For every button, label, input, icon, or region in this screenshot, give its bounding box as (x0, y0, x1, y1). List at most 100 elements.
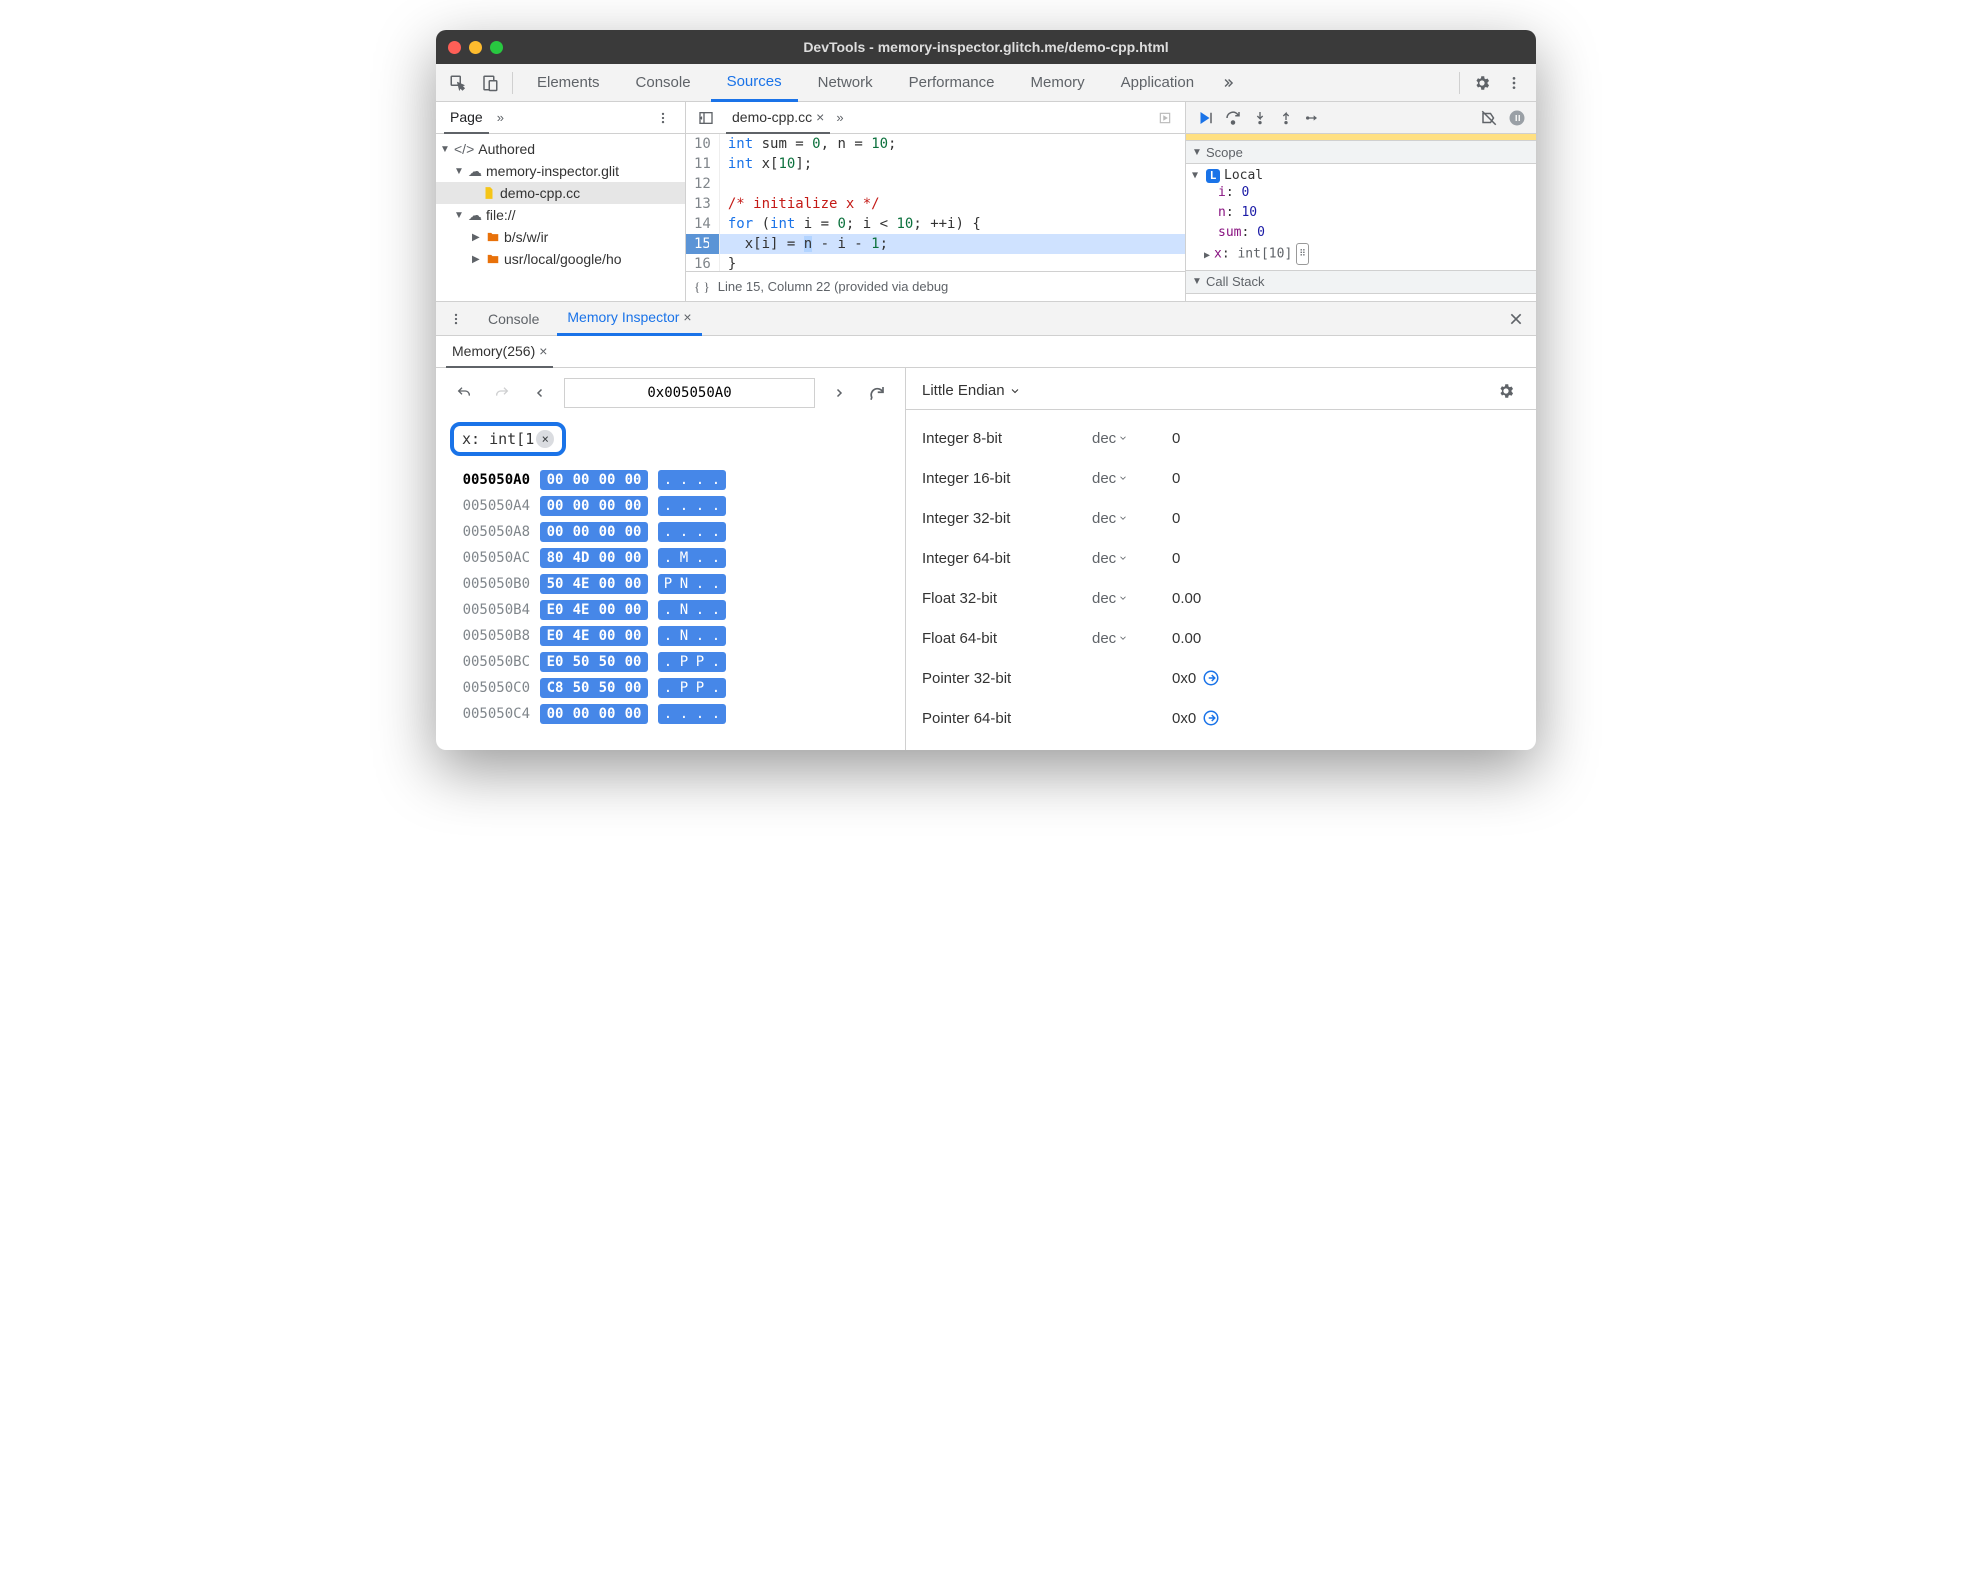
hex-byte[interactable]: 00 (544, 524, 566, 540)
drawer-tab-memory-inspector[interactable]: Memory Inspector × (557, 302, 701, 336)
ascii-byte[interactable]: . (710, 628, 722, 644)
hex-byte[interactable]: 50 (570, 654, 592, 670)
ascii-byte[interactable]: . (710, 550, 722, 566)
scope-var[interactable]: ▶x: int[10]⠿ (1192, 243, 1530, 266)
hex-row[interactable]: 005050AC804D0000.M.. (450, 548, 891, 568)
interp-format-select[interactable]: dec (1092, 590, 1152, 607)
hex-byte[interactable]: 50 (596, 680, 618, 696)
ascii-byte[interactable]: . (662, 602, 674, 618)
settings-icon[interactable] (1492, 377, 1520, 405)
more-tabs-icon[interactable]: » (497, 110, 504, 125)
step-over-icon[interactable] (1224, 109, 1242, 127)
refresh-icon[interactable] (863, 379, 891, 407)
hex-byte[interactable]: 4E (570, 602, 592, 618)
hex-row[interactable]: 005050C0C8505000.PP. (450, 678, 891, 698)
ascii-byte[interactable]: . (678, 524, 690, 540)
highlighted-variable-chip[interactable]: x: int[1 × (450, 422, 566, 456)
hex-byte[interactable]: 00 (622, 602, 644, 618)
tab-elements[interactable]: Elements (521, 64, 616, 102)
ascii-byte[interactable]: . (678, 498, 690, 514)
hex-byte[interactable]: 00 (622, 680, 644, 696)
hex-byte[interactable]: 00 (570, 524, 592, 540)
ascii-byte[interactable]: . (694, 628, 706, 644)
hex-byte[interactable]: 00 (544, 472, 566, 488)
close-icon[interactable]: × (683, 309, 691, 325)
code-body[interactable]: int sum = 0, n = 10; int x[10]; /* initi… (720, 134, 1185, 271)
line-number[interactable]: 16 (694, 254, 711, 271)
ascii-byte[interactable]: . (694, 550, 706, 566)
interp-format-select[interactable]: dec (1092, 630, 1152, 647)
hex-byte[interactable]: 00 (622, 654, 644, 670)
resume-icon[interactable] (1196, 109, 1214, 127)
interp-format-select[interactable]: dec (1092, 550, 1152, 567)
format-icon[interactable]: { } (694, 279, 710, 295)
ascii-byte[interactable]: . (678, 706, 690, 722)
ascii-byte[interactable]: P (662, 576, 674, 592)
prev-page-icon[interactable] (526, 379, 554, 407)
line-number[interactable]: 11 (694, 154, 711, 174)
ascii-byte[interactable]: . (662, 550, 674, 566)
pause-on-exceptions-icon[interactable] (1508, 109, 1526, 127)
jump-to-address-icon[interactable] (1202, 709, 1220, 727)
scope-section-header[interactable]: ▼Scope (1186, 140, 1536, 164)
tree-node-folder[interactable]: ▶ usr/local/google/ho (436, 248, 685, 270)
ascii-byte[interactable]: . (662, 706, 674, 722)
ascii-byte[interactable]: . (662, 628, 674, 644)
hex-byte[interactable]: 00 (596, 498, 618, 514)
tab-memory[interactable]: Memory (1015, 64, 1101, 102)
interp-format-select[interactable]: dec (1092, 430, 1152, 447)
ascii-byte[interactable]: . (710, 576, 722, 592)
ascii-byte[interactable]: P (678, 654, 690, 670)
hex-byte[interactable]: 00 (570, 706, 592, 722)
ascii-byte[interactable]: . (710, 524, 722, 540)
hex-byte[interactable]: E0 (544, 654, 566, 670)
editor-tab[interactable]: demo-cpp.cc × (726, 102, 830, 134)
step-into-icon[interactable] (1252, 110, 1268, 126)
kebab-menu-icon[interactable] (649, 104, 677, 132)
device-toolbar-icon[interactable] (476, 69, 504, 97)
ascii-byte[interactable]: P (694, 680, 706, 696)
ascii-byte[interactable]: . (710, 706, 722, 722)
hex-row[interactable]: 005050B0504E0000PN.. (450, 574, 891, 594)
tree-node-authored[interactable]: ▼ </> Authored (436, 138, 685, 160)
tree-node-domain[interactable]: ▼ ☁ memory-inspector.glit (436, 160, 685, 182)
kebab-menu-icon[interactable] (442, 305, 470, 333)
close-drawer-icon[interactable] (1502, 305, 1530, 333)
step-out-icon[interactable] (1278, 110, 1294, 126)
ascii-byte[interactable]: . (662, 472, 674, 488)
jump-to-address-icon[interactable] (1202, 669, 1220, 687)
tree-node-file[interactable]: demo-cpp.cc (436, 182, 685, 204)
ascii-byte[interactable]: . (694, 706, 706, 722)
ascii-byte[interactable]: . (662, 524, 674, 540)
next-page-icon[interactable] (825, 379, 853, 407)
hex-row[interactable]: 005050A800000000.... (450, 522, 891, 542)
hex-byte[interactable]: 00 (622, 550, 644, 566)
hex-byte[interactable]: 50 (596, 654, 618, 670)
chip-close-icon[interactable]: × (536, 430, 554, 448)
hex-byte[interactable]: 00 (622, 706, 644, 722)
hex-row[interactable]: 005050C400000000.... (450, 704, 891, 724)
ascii-byte[interactable]: . (710, 654, 722, 670)
ascii-byte[interactable]: . (662, 654, 674, 670)
kebab-menu-icon[interactable] (1500, 69, 1528, 97)
tree-node-folder[interactable]: ▶ b/s/w/ir (436, 226, 685, 248)
hex-byte[interactable]: 00 (570, 498, 592, 514)
tab-sources[interactable]: Sources (711, 64, 798, 102)
hex-byte[interactable]: 00 (596, 706, 618, 722)
ascii-byte[interactable]: . (710, 602, 722, 618)
ascii-byte[interactable]: . (710, 680, 722, 696)
hex-byte[interactable]: 00 (596, 628, 618, 644)
hex-byte[interactable]: 00 (544, 498, 566, 514)
line-number[interactable]: 12 (694, 174, 711, 194)
tab-network[interactable]: Network (802, 64, 889, 102)
line-number[interactable]: 13 (694, 194, 711, 214)
ascii-byte[interactable]: . (694, 602, 706, 618)
tree-node-fileproto[interactable]: ▼ ☁ file:// (436, 204, 685, 226)
hex-row[interactable]: 005050A400000000.... (450, 496, 891, 516)
hex-byte[interactable]: 00 (596, 576, 618, 592)
hex-byte[interactable]: 4E (570, 576, 592, 592)
callstack-section-header[interactable]: ▼Call Stack (1186, 270, 1536, 294)
scope-var[interactable]: n: 10 (1192, 203, 1530, 223)
hex-byte[interactable]: 00 (596, 550, 618, 566)
hex-byte[interactable]: 00 (622, 628, 644, 644)
